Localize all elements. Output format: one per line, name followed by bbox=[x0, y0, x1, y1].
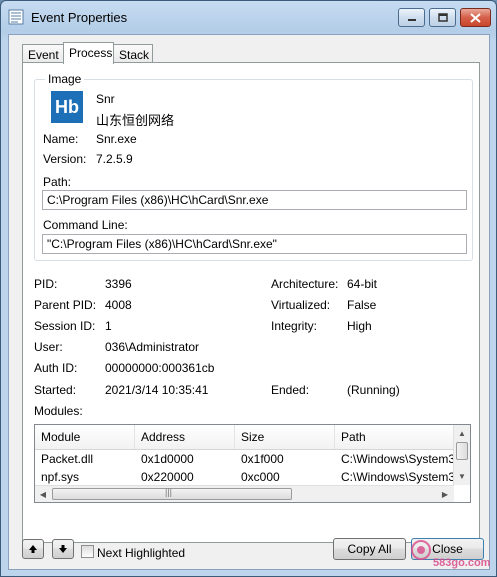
close-window-button[interactable] bbox=[460, 8, 491, 27]
next-highlighted-checkbox[interactable] bbox=[81, 545, 94, 558]
column-path[interactable]: Path bbox=[335, 425, 454, 449]
modules-horizontal-scrollbar[interactable]: ◀ ||| ▶ bbox=[35, 485, 454, 502]
copy-all-button[interactable]: Copy All bbox=[333, 538, 406, 560]
watermark-icon: 583go.com bbox=[411, 540, 491, 569]
modules-list[interactable]: Module Address Size Path Packet.dll 0x1d… bbox=[34, 424, 471, 503]
column-module[interactable]: Module bbox=[35, 425, 135, 449]
copy-all-label: Copy All bbox=[347, 542, 392, 556]
virtualized-label: Virtualized: bbox=[271, 298, 331, 312]
minimize-button[interactable] bbox=[398, 8, 425, 27]
application-icon-text: Hb bbox=[55, 96, 79, 117]
path-field[interactable]: C:\Program Files (x86)\HC\hCard\Snr.exe bbox=[42, 190, 467, 210]
parent-pid-value: 4008 bbox=[105, 298, 132, 312]
table-row[interactable]: npf.sys 0x220000 0xc000 C:\Windows\Syste… bbox=[35, 468, 454, 486]
module-name: Packet.dll bbox=[41, 452, 94, 466]
pid-value: 3396 bbox=[105, 277, 132, 291]
application-icon: Hb bbox=[51, 91, 83, 123]
module-size: 0xc000 bbox=[241, 470, 280, 484]
name-label: Name: bbox=[43, 132, 79, 146]
path-label: Path: bbox=[43, 175, 72, 189]
window-title: Event Properties bbox=[31, 10, 128, 25]
module-size: 0x1f000 bbox=[241, 452, 284, 466]
tab-process-label: Process bbox=[69, 46, 113, 60]
auth-id-label: Auth ID: bbox=[34, 361, 78, 375]
watermark-text: 583go.com bbox=[433, 557, 491, 569]
version-value: 7.2.5.9 bbox=[96, 152, 133, 166]
virtualized-value: False bbox=[347, 298, 377, 312]
arrow-up-icon bbox=[29, 545, 37, 553]
maximize-icon bbox=[437, 12, 448, 22]
module-address: 0x220000 bbox=[141, 470, 194, 484]
module-path: C:\Windows\System32\ bbox=[341, 452, 454, 466]
previous-button[interactable] bbox=[22, 539, 44, 559]
table-row[interactable]: Packet.dll 0x1d0000 0x1f000 C:\Windows\S… bbox=[35, 450, 454, 468]
module-address: 0x1d0000 bbox=[141, 452, 194, 466]
pid-label: PID: bbox=[34, 277, 58, 291]
grip-icon: ||| bbox=[165, 487, 173, 497]
tab-process[interactable]: Process bbox=[63, 42, 114, 64]
command-line-field[interactable]: "C:\Program Files (x86)\HC\hCard\Snr.exe… bbox=[42, 234, 467, 254]
modules-vertical-scrollbar[interactable]: ▲ ▼ bbox=[453, 425, 470, 485]
integrity-label: Integrity: bbox=[271, 319, 318, 333]
started-label: Started: bbox=[34, 383, 77, 397]
image-group-label: Image bbox=[45, 72, 85, 86]
scroll-right-icon[interactable]: ▶ bbox=[437, 486, 453, 502]
arrow-down-icon bbox=[59, 545, 67, 553]
horizontal-scroll-thumb[interactable]: ||| bbox=[52, 487, 292, 500]
modules-header: Module Address Size Path bbox=[35, 425, 454, 450]
next-highlighted-label[interactable]: Next Highlighted bbox=[97, 546, 185, 560]
ended-value: (Running) bbox=[347, 383, 400, 397]
parent-pid-label: Parent PID: bbox=[34, 298, 97, 312]
module-name: npf.sys bbox=[41, 470, 80, 484]
ended-label: Ended: bbox=[271, 383, 310, 397]
company-name: 山东恒创网络 bbox=[96, 113, 175, 128]
architecture-label: Architecture: bbox=[271, 277, 339, 291]
session-id-value: 1 bbox=[105, 319, 112, 333]
minimize-icon bbox=[407, 18, 416, 21]
auth-id-value: 00000000:000361cb bbox=[105, 361, 215, 375]
next-button[interactable] bbox=[52, 539, 74, 559]
product-name: Snr bbox=[96, 92, 115, 106]
column-address[interactable]: Address bbox=[135, 425, 235, 449]
event-properties-window: Event Properties Event Process Stack Ima… bbox=[0, 0, 497, 577]
scroll-left-icon[interactable]: ◀ bbox=[35, 486, 51, 502]
modules-label: Modules: bbox=[34, 404, 83, 418]
user-label: User: bbox=[34, 340, 63, 354]
version-label: Version: bbox=[43, 152, 87, 166]
scroll-up-icon[interactable]: ▲ bbox=[454, 425, 470, 441]
user-value: 036\Administrator bbox=[105, 340, 200, 354]
name-value: Snr.exe bbox=[96, 132, 137, 146]
architecture-value: 64-bit bbox=[347, 277, 378, 291]
scroll-down-icon[interactable]: ▼ bbox=[454, 468, 470, 484]
watermark-logo: 583go.com bbox=[407, 534, 493, 572]
maximize-button[interactable] bbox=[429, 8, 456, 27]
event-properties-icon bbox=[8, 9, 24, 25]
integrity-value: High bbox=[347, 319, 372, 333]
title-bar[interactable]: Event Properties bbox=[1, 1, 496, 35]
close-icon bbox=[470, 12, 481, 23]
vertical-scroll-thumb[interactable] bbox=[456, 442, 468, 460]
module-path: C:\Windows\System32\ bbox=[341, 470, 454, 484]
started-value: 2021/3/14 10:35:41 bbox=[105, 383, 209, 397]
column-size[interactable]: Size bbox=[235, 425, 335, 449]
session-id-label: Session ID: bbox=[34, 319, 96, 333]
command-line-label: Command Line: bbox=[43, 218, 128, 232]
